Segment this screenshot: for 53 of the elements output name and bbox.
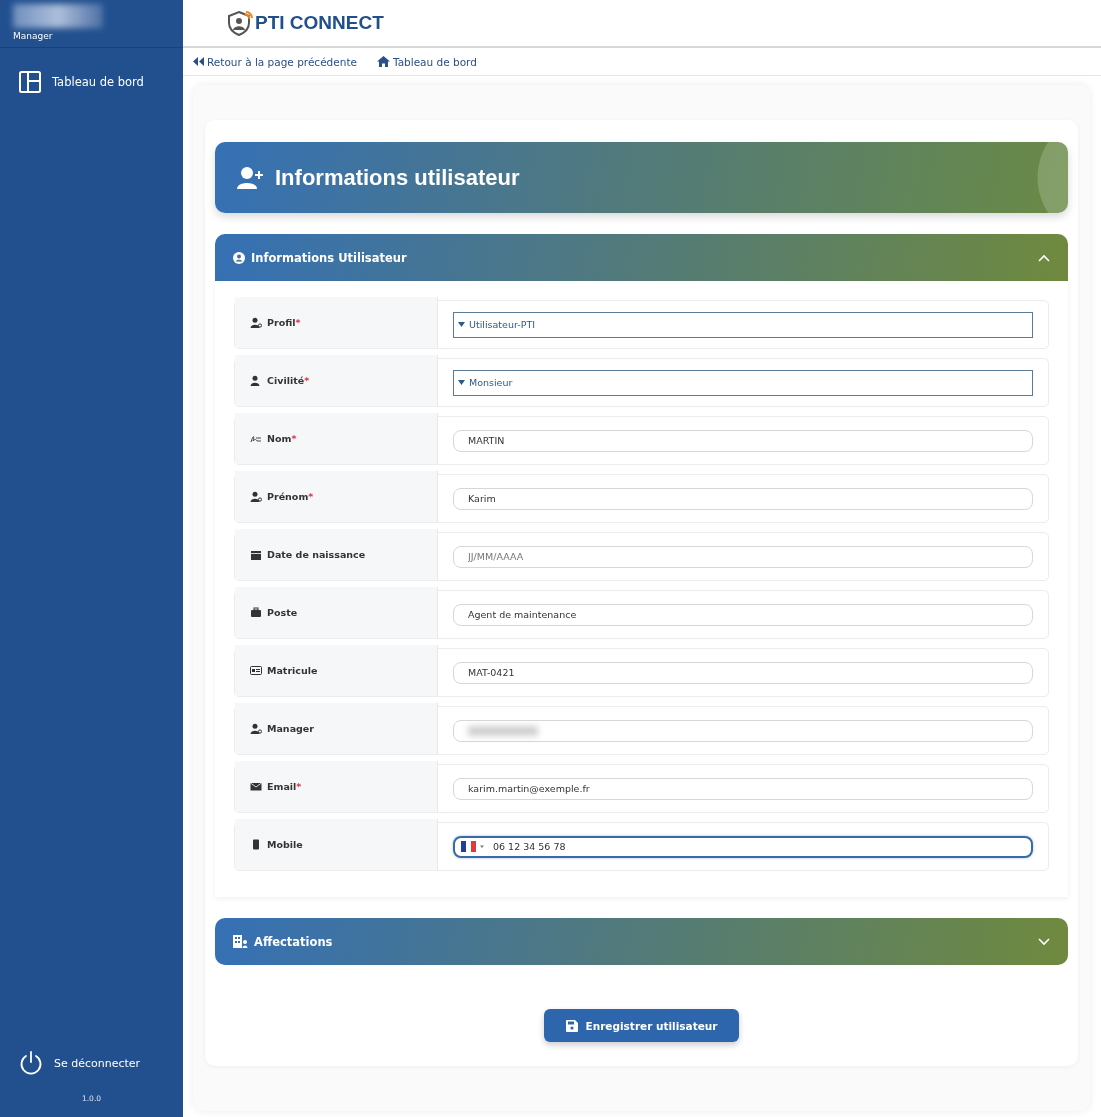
field-label: Civilité* — [267, 375, 310, 386]
input-field[interactable]: JJ/MM/AAAA — [453, 545, 1033, 568]
user-role: Manager — [13, 31, 54, 41]
field-label: Prénom* — [267, 491, 314, 502]
signature-icon — [250, 433, 262, 444]
mobile-icon — [250, 839, 262, 850]
building-icon — [233, 935, 248, 948]
flag-dropdown-icon — [461, 841, 485, 852]
section-header[interactable]: Affectations — [215, 918, 1068, 965]
input-field[interactable]: MARTIN — [453, 429, 1033, 452]
back-link[interactable]: Retour à la page précédente — [193, 55, 357, 68]
dashboard-icon — [18, 70, 42, 94]
select-field[interactable]: Monsieur — [453, 369, 1033, 396]
power-icon — [18, 1050, 44, 1076]
field-label: Manager — [267, 723, 314, 734]
page-title: Informations utilisateur — [275, 164, 520, 191]
dropdown-arrow-icon — [458, 380, 465, 385]
input-field[interactable]: Agent de maintenance — [453, 603, 1033, 626]
user-circle-icon — [233, 251, 245, 264]
home-icon — [376, 56, 390, 67]
input-field[interactable]: MAT-0421 — [453, 661, 1033, 684]
brand-name: PTI CONNECT — [255, 12, 384, 34]
field-label: Nom* — [267, 433, 297, 444]
input-field[interactable]: karim.martin@exemple.fr — [453, 777, 1033, 800]
chevron-down-icon — [1038, 937, 1050, 946]
calendar-icon — [250, 549, 262, 560]
field-label: Mobile — [267, 839, 303, 850]
save-icon — [565, 1019, 578, 1032]
section-header[interactable]: Informations Utilisateur — [215, 234, 1068, 281]
shield-logo-icon — [227, 10, 253, 36]
field-label: Profil* — [267, 317, 301, 328]
select-field[interactable]: Utilisateur-PTI — [453, 311, 1033, 338]
sidebar-item[interactable]: Tableau de bord — [0, 48, 183, 94]
field-label: Email* — [267, 781, 302, 792]
chevron-up-icon — [1038, 253, 1050, 262]
user-icon — [250, 375, 262, 386]
field-label: Date de naissance — [267, 549, 366, 560]
add-user-icon — [237, 165, 265, 190]
rewind-icon — [193, 57, 204, 66]
envelope-icon — [250, 781, 262, 792]
input-field[interactable] — [453, 719, 1033, 742]
blurred-value — [468, 725, 538, 736]
logout-button[interactable]: Se déconnecter — [0, 1050, 159, 1076]
save-button[interactable]: Enregistrer utilisateur — [543, 1009, 740, 1042]
dropdown-arrow-icon — [458, 322, 465, 327]
field-label: Matricule — [267, 665, 318, 676]
input-field[interactable]: Karim — [453, 487, 1033, 510]
field-label: Poste — [267, 607, 298, 618]
id-card-icon — [250, 665, 262, 676]
phone-number: 06 12 34 56 78 — [493, 841, 567, 852]
phone-field[interactable]: 06 12 34 56 78 — [453, 835, 1033, 858]
briefcase-icon — [250, 607, 262, 618]
home-link[interactable]: Tableau de bord — [376, 55, 477, 68]
